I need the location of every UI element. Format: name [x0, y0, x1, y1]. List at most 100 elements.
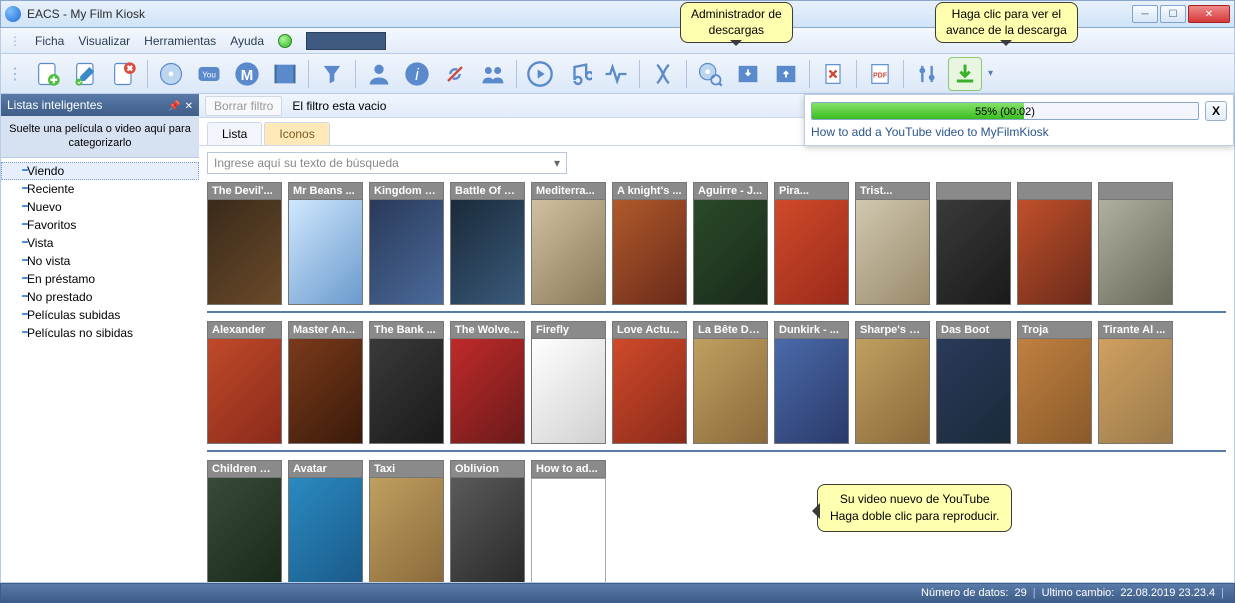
progress-text: 55% (00:02) — [812, 103, 1198, 120]
sidebar-header: Listas inteligentes 📌✕ — [1, 94, 199, 116]
movie-card[interactable]: The Devil'... — [207, 182, 282, 305]
status-bar: Número de datos: 29 | Ultimo cambio: 22.… — [0, 583, 1235, 603]
movie-title: The Devil'... — [207, 182, 282, 200]
download-progress-bar[interactable]: 55% (00:02) — [811, 102, 1199, 120]
menu-field[interactable] — [306, 32, 386, 50]
movie-card[interactable]: Mediterra... — [531, 182, 606, 305]
youtube-button[interactable]: You — [192, 57, 226, 91]
movie-card[interactable]: How to ad... — [531, 460, 606, 582]
sidebar-item-9[interactable]: Películas no sibidas — [1, 324, 199, 342]
user-button[interactable] — [362, 57, 396, 91]
movie-card[interactable]: Love Actu... — [612, 321, 687, 444]
download-button[interactable] — [948, 57, 982, 91]
sidebar-tree: ViendoRecienteNuevoFavoritosVista No vist… — [1, 158, 199, 582]
movie-card[interactable]: Tirante Al ... — [1098, 321, 1173, 444]
unlink-button[interactable] — [438, 57, 472, 91]
movie-card[interactable]: Dunkirk - ... — [774, 321, 849, 444]
menu-ficha[interactable]: Ficha — [35, 34, 64, 48]
sidebar-item-2[interactable]: Nuevo — [1, 198, 199, 216]
movie-poster — [369, 200, 444, 305]
app-icon — [5, 6, 21, 22]
movie-card[interactable]: Pira... — [774, 182, 849, 305]
search-input[interactable]: Ingrese aquí su texto de búsqueda ▾ — [207, 152, 567, 174]
sidebar-item-5[interactable]: No vista — [1, 252, 199, 270]
pdf-button[interactable]: PDF — [863, 57, 897, 91]
pin-icon[interactable]: 📌 — [168, 101, 180, 112]
movie-card[interactable]: Mr Beans ... — [288, 182, 363, 305]
movie-title — [1098, 182, 1173, 200]
info-button[interactable]: i — [400, 57, 434, 91]
sidebar-item-1[interactable]: Reciente — [1, 180, 199, 198]
clear-filter-button[interactable]: Borrar filtro — [205, 96, 282, 116]
movie-card[interactable]: La Bête Du... — [693, 321, 768, 444]
movie-card[interactable] — [1098, 182, 1173, 305]
movie-card[interactable] — [936, 182, 1011, 305]
film-button[interactable] — [268, 57, 302, 91]
movie-title: Taxi — [369, 460, 444, 478]
movie-card[interactable]: Alexander — [207, 321, 282, 444]
new-doc-button[interactable] — [31, 57, 65, 91]
movie-card[interactable]: A knight's ... — [612, 182, 687, 305]
movie-poster — [1017, 200, 1092, 305]
movie-card[interactable]: Battle Of B... — [450, 182, 525, 305]
sidebar-item-6[interactable]: En préstamo — [1, 270, 199, 288]
close-panel-icon[interactable]: ✕ — [185, 101, 193, 112]
play-button[interactable] — [523, 57, 557, 91]
group-button[interactable] — [476, 57, 510, 91]
sidebar-item-3[interactable]: Favoritos — [1, 216, 199, 234]
movie-card[interactable]: Master An... — [288, 321, 363, 444]
movie-title: A knight's ... — [612, 182, 687, 200]
menu-visualizar[interactable]: Visualizar — [78, 34, 130, 48]
close-button[interactable]: ✕ — [1188, 5, 1230, 23]
sidebar-item-label: No vista — [27, 254, 70, 268]
sidebar-item-7[interactable]: No prestado — [1, 288, 199, 306]
maximize-button[interactable]: ☐ — [1160, 5, 1186, 23]
movie-card[interactable]: Das Boot — [936, 321, 1011, 444]
movie-button[interactable]: M — [230, 57, 264, 91]
doc-remove-button[interactable] — [816, 57, 850, 91]
edit-doc-button[interactable] — [69, 57, 103, 91]
pulse-button[interactable] — [599, 57, 633, 91]
movie-title: The Bank ... — [369, 321, 444, 339]
menu-ayuda[interactable]: Ayuda — [230, 34, 264, 48]
movie-card[interactable]: Oblivion — [450, 460, 525, 582]
dna-button[interactable] — [646, 57, 680, 91]
movie-card[interactable]: The Wolve... — [450, 321, 525, 444]
movie-title: Mr Beans ... — [288, 182, 363, 200]
minimize-button[interactable]: ─ — [1132, 5, 1158, 23]
movie-title: Aguirre - J... — [693, 182, 768, 200]
status-dot-icon — [278, 34, 292, 48]
movie-card[interactable]: Trist... — [855, 182, 930, 305]
movie-card[interactable]: Avatar — [288, 460, 363, 582]
music-button[interactable] — [561, 57, 595, 91]
movie-poster — [288, 478, 363, 582]
movie-card[interactable]: Taxi — [369, 460, 444, 582]
delete-doc-button[interactable] — [107, 57, 141, 91]
movie-card[interactable]: The Bank ... — [369, 321, 444, 444]
disc-search-button[interactable] — [693, 57, 727, 91]
movie-card[interactable]: Troja — [1017, 321, 1092, 444]
movie-card[interactable]: Children O... — [207, 460, 282, 582]
movie-card[interactable]: Firefly — [531, 321, 606, 444]
chevron-down-icon[interactable]: ▾ — [554, 156, 560, 170]
menu-herramientas[interactable]: Herramientas — [144, 34, 216, 48]
movie-card[interactable] — [1017, 182, 1092, 305]
movie-card[interactable]: Kingdom O... — [369, 182, 444, 305]
export-button[interactable] — [769, 57, 803, 91]
tab-iconos[interactable]: Iconos — [264, 122, 329, 145]
import-button[interactable] — [731, 57, 765, 91]
disc-button[interactable] — [154, 57, 188, 91]
sidebar-item-0[interactable]: Viendo — [1, 162, 199, 180]
filter-button[interactable] — [315, 57, 349, 91]
movie-card[interactable]: Sharpe's C... — [855, 321, 930, 444]
sidebar-item-4[interactable]: Vista — [1, 234, 199, 252]
download-panel: 55% (00:02) X How to add a YouTube video… — [804, 94, 1234, 146]
sidebar-item-8[interactable]: Películas subidas — [1, 306, 199, 324]
tab-lista[interactable]: Lista — [207, 122, 262, 145]
settings-button[interactable] — [910, 57, 944, 91]
download-item-title: How to add a YouTube video to MyFilmKios… — [811, 125, 1227, 139]
download-close-button[interactable]: X — [1205, 101, 1227, 121]
movie-title: Kingdom O... — [369, 182, 444, 200]
movie-card[interactable]: Aguirre - J... — [693, 182, 768, 305]
main-area: Listas inteligentes 📌✕ Suelte una pelícu… — [0, 94, 1235, 583]
